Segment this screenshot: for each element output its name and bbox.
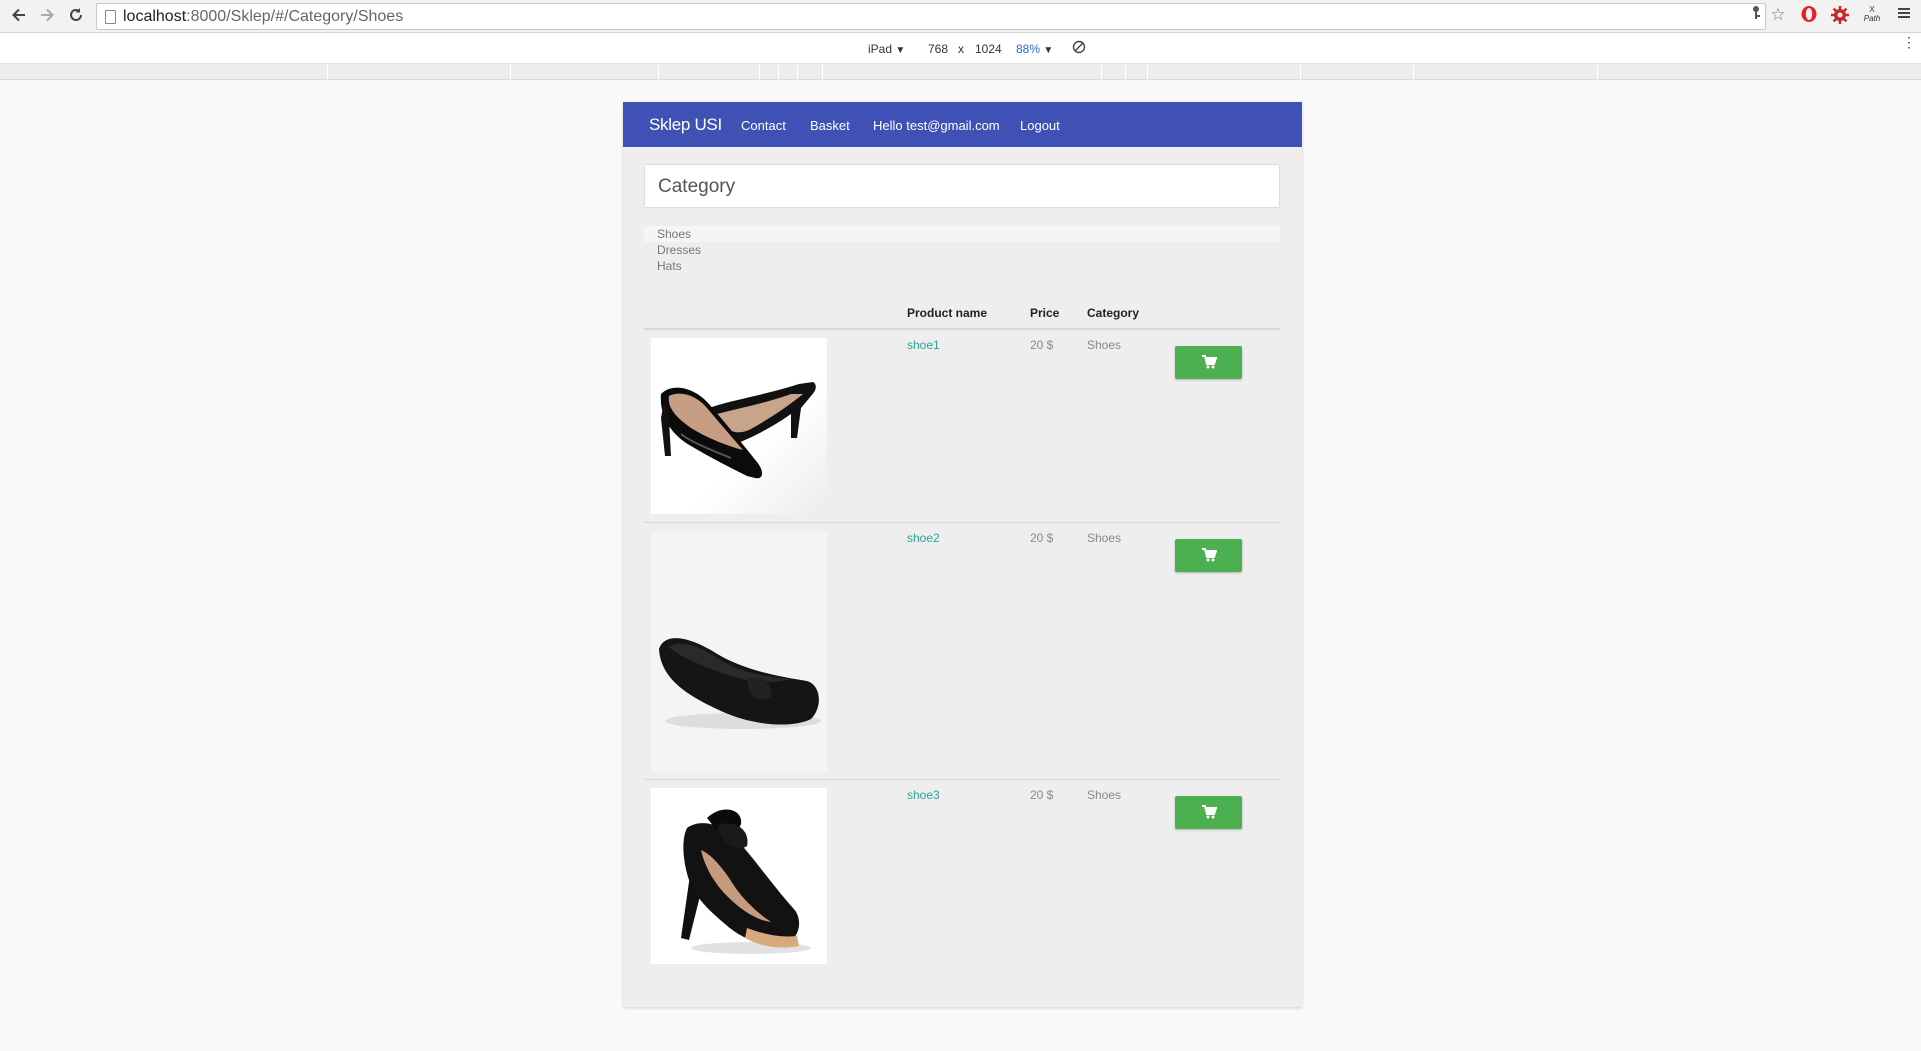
more-options-icon[interactable]: ⋮: [1902, 35, 1916, 49]
rotate-icon[interactable]: [1072, 40, 1086, 57]
page-icon: [105, 10, 116, 24]
nav-logout[interactable]: Logout: [1020, 118, 1060, 133]
device-width[interactable]: 768: [928, 42, 948, 56]
header-product-name: Product name: [907, 306, 988, 320]
category-card: Category: [644, 164, 1280, 208]
cart-icon: [1202, 355, 1217, 369]
category-list: Shoes Dresses Hats: [644, 226, 1280, 274]
device-select[interactable]: iPad ▼: [868, 42, 905, 56]
table-row: shoe2 20 $ Shoes: [644, 523, 1280, 780]
device-toolbar: iPad ▼ 768 x 1024 88% ▼ ⋮: [0, 34, 1921, 64]
nav-contact[interactable]: Contact: [741, 118, 786, 133]
cart-icon: [1202, 548, 1217, 562]
header-category: Category: [1087, 306, 1140, 320]
dimension-separator: x: [958, 42, 964, 56]
product-name-link[interactable]: shoe2: [907, 531, 940, 545]
device-height[interactable]: 1024: [975, 42, 1002, 56]
media-query-bar: [0, 64, 1921, 80]
table-header: Product name Price Category: [644, 298, 1280, 330]
gear-extension-icon[interactable]: [1829, 5, 1851, 27]
add-to-cart-button[interactable]: [1175, 539, 1242, 572]
table-row: shoe1 20 $ Shoes: [644, 330, 1280, 523]
product-category: Shoes: [1087, 788, 1122, 802]
url-field[interactable]: localhost:8000/Sklep/#/Category/Shoes ☆: [96, 3, 1786, 30]
product-price: 20 $: [1030, 788, 1054, 802]
product-image-shoe1[interactable]: [651, 338, 827, 514]
product-name-link[interactable]: shoe3: [907, 788, 940, 802]
category-title: Category: [658, 176, 736, 197]
product-category: Shoes: [1087, 338, 1122, 352]
browser-address-bar: localhost:8000/Sklep/#/Category/Shoes ☆ …: [0, 0, 1921, 33]
nav-basket[interactable]: Basket: [810, 118, 850, 133]
add-to-cart-button[interactable]: [1175, 796, 1242, 829]
forward-icon[interactable]: [36, 6, 58, 28]
cart-icon: [1202, 805, 1217, 819]
top-navbar: Sklep USI Contact Basket Hello test@gmai…: [623, 102, 1302, 147]
product-name-link[interactable]: shoe1: [907, 338, 940, 352]
product-price: 20 $: [1030, 338, 1054, 352]
app-container: Sklep USI Contact Basket Hello test@gmai…: [623, 102, 1302, 1007]
reload-icon[interactable]: [65, 6, 87, 28]
menu-icon[interactable]: [1893, 5, 1915, 27]
back-icon[interactable]: [8, 6, 30, 28]
star-icon[interactable]: ☆: [1767, 4, 1789, 26]
zoom-select[interactable]: 88% ▼: [1016, 42, 1053, 56]
brand-link[interactable]: Sklep USI: [649, 115, 722, 135]
nav-user-greeting[interactable]: Hello test@gmail.com: [873, 118, 1000, 133]
table-row: shoe3 20 $ Shoes: [644, 780, 1280, 979]
header-price: Price: [1030, 306, 1060, 320]
product-price: 20 $: [1030, 531, 1054, 545]
category-item-shoes[interactable]: Shoes: [644, 226, 1280, 242]
opera-icon[interactable]: [1798, 5, 1820, 27]
product-category: Shoes: [1087, 531, 1122, 545]
category-item-dresses[interactable]: Dresses: [644, 242, 1280, 258]
category-item-hats[interactable]: Hats: [644, 258, 1280, 274]
key-icon[interactable]: [1745, 5, 1767, 27]
url-text: localhost:8000/Sklep/#/Category/Shoes: [123, 8, 404, 25]
xpath-icon[interactable]: X Path: [1861, 5, 1883, 27]
add-to-cart-button[interactable]: [1175, 346, 1242, 379]
product-image-shoe2[interactable]: [651, 531, 827, 772]
product-image-shoe3[interactable]: [651, 788, 827, 964]
